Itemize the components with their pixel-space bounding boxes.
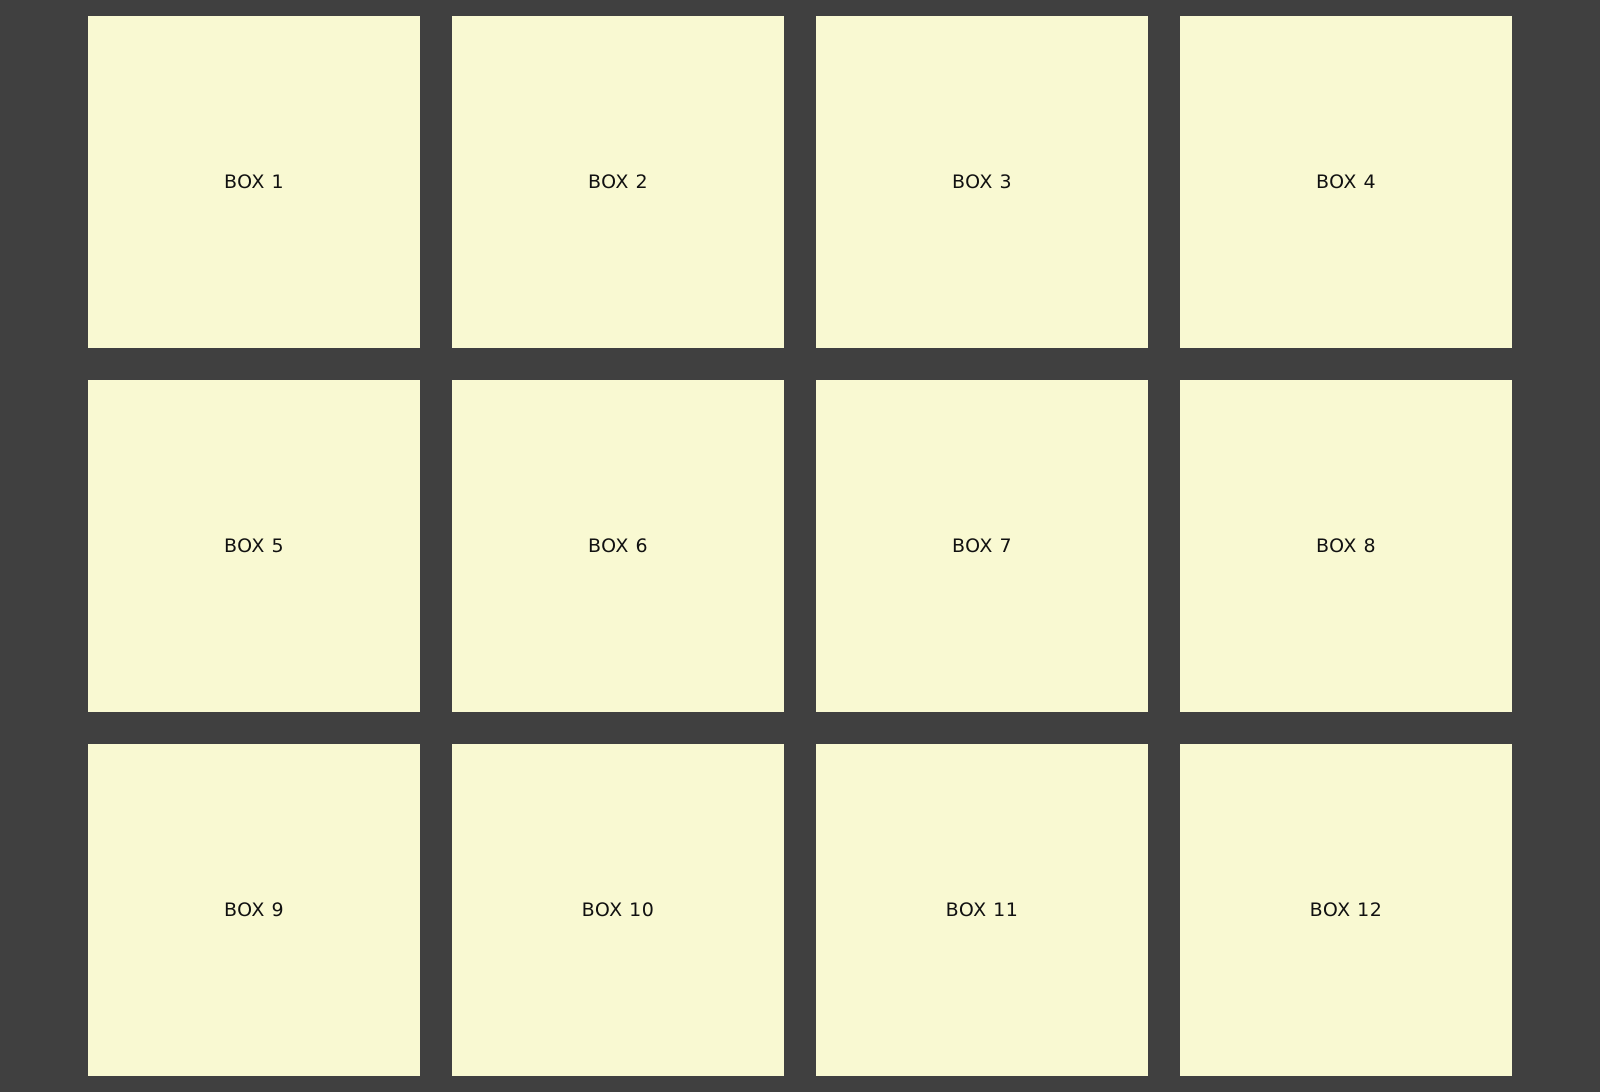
box-2: BOX 2 <box>452 16 784 348</box>
box-9: BOX 9 <box>88 744 420 1076</box>
box-label: BOX 5 <box>223 535 285 557</box>
box-label: BOX 6 <box>587 535 649 557</box>
box-6: BOX 6 <box>452 380 784 712</box>
box-11: BOX 11 <box>816 744 1148 1076</box>
box-label: BOX 10 <box>581 899 655 921</box>
box-label: BOX 3 <box>951 171 1013 193</box>
box-label: BOX 12 <box>1309 899 1383 921</box>
box-label: BOX 4 <box>1315 171 1377 193</box>
box-8: BOX 8 <box>1180 380 1512 712</box>
box-10: BOX 10 <box>452 744 784 1076</box>
box-label: BOX 7 <box>951 535 1013 557</box>
box-4: BOX 4 <box>1180 16 1512 348</box>
box-label: BOX 8 <box>1315 535 1377 557</box>
box-grid: BOX 1 BOX 2 BOX 3 BOX 4 BOX 5 BOX 6 BOX … <box>88 16 1512 1076</box>
box-3: BOX 3 <box>816 16 1148 348</box>
box-12: BOX 12 <box>1180 744 1512 1076</box>
box-5: BOX 5 <box>88 380 420 712</box>
box-label: BOX 11 <box>945 899 1019 921</box>
box-label: BOX 1 <box>223 171 285 193</box>
box-label: BOX 2 <box>587 171 649 193</box>
box-1: BOX 1 <box>88 16 420 348</box>
box-label: BOX 9 <box>223 899 285 921</box>
box-7: BOX 7 <box>816 380 1148 712</box>
